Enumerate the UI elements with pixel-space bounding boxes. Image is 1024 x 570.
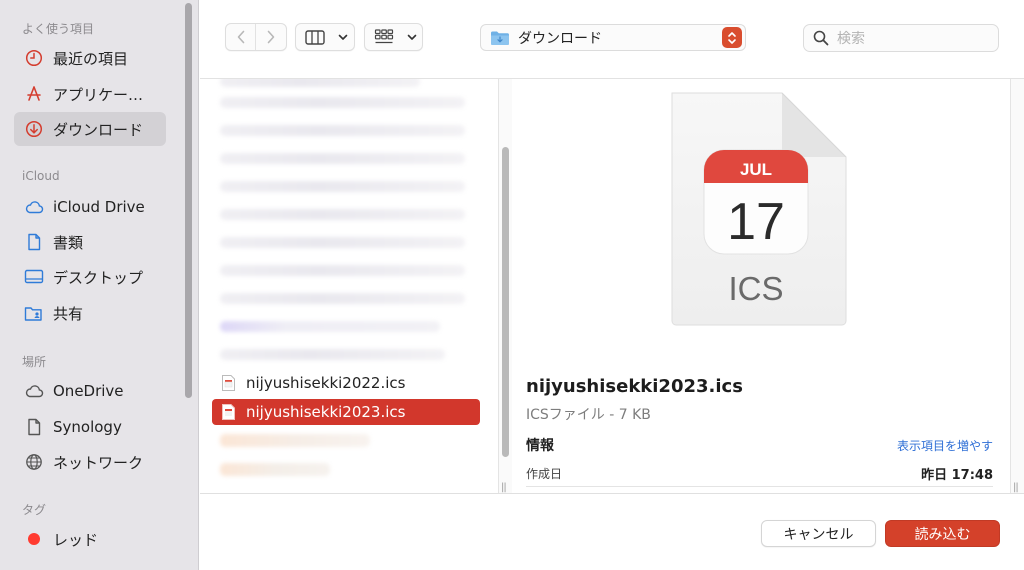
blurred-row [220, 237, 465, 248]
folder-icon [490, 30, 510, 46]
sidebar-item-icloud-drive[interactable]: iCloud Drive [14, 190, 166, 224]
info-heading: 情報 [526, 438, 554, 454]
sidebar-item-label: アプリケー… [53, 85, 144, 104]
sidebar-item-applications[interactable]: アプリケー… [14, 77, 166, 111]
search-field[interactable]: 検索 [803, 24, 999, 52]
sidebar-item-onedrive[interactable]: OneDrive [14, 374, 166, 408]
preview-file-kind: ICSファイル - 7 KB [526, 407, 651, 423]
info-divider [526, 486, 993, 487]
blurred-row [220, 434, 370, 447]
sidebar-item-tag-red[interactable]: レッド [14, 522, 166, 556]
location-label: ダウンロード [518, 30, 602, 47]
sidebar-item-downloads[interactable]: ダウンロード [14, 112, 166, 146]
sidebar-item-desktop[interactable]: デスクトップ [14, 260, 166, 294]
sidebar-scrollbar[interactable] [185, 3, 192, 398]
forward-button[interactable] [256, 24, 286, 50]
sidebar-item-label: OneDrive [53, 382, 124, 400]
sidebar-item-label: デスクトップ [53, 268, 144, 287]
preview-file-name: nijyushisekki2023.ics [526, 376, 743, 397]
cancel-button[interactable]: キャンセル [761, 520, 876, 547]
sidebar-item-label: 書類 [53, 233, 84, 252]
sidebar-section-locations: 場所 [22, 355, 47, 369]
nav-buttons [225, 23, 287, 51]
sidebar: よく使う項目 最近の項目 アプリケー… ダウンロード iCloud iCloud… [0, 0, 199, 570]
globe-icon [24, 452, 44, 472]
document-icon [24, 417, 44, 437]
blurred-row [220, 97, 465, 108]
grid-icon [365, 24, 403, 50]
blurred-row [220, 321, 440, 332]
blurred-row [220, 265, 465, 276]
sidebar-item-label: iCloud Drive [53, 198, 145, 216]
file-list-column: nijyushisekki2022.ics nijyushisekki2023.… [200, 79, 498, 493]
location-popup[interactable]: ダウンロード [480, 24, 746, 51]
blurred-row [220, 349, 445, 360]
blurred-row [220, 79, 420, 87]
cloud-icon [24, 381, 44, 401]
clock-icon [24, 48, 44, 68]
blurred-row [220, 125, 465, 136]
file-row-selected[interactable]: nijyushisekki2023.ics [212, 399, 480, 425]
calendar-month: JUL [740, 160, 772, 179]
sidebar-item-synology[interactable]: Synology [14, 410, 166, 444]
file-row[interactable]: nijyushisekki2022.ics [212, 370, 480, 396]
sidebar-section-icloud: iCloud [22, 169, 60, 183]
blurred-row [220, 293, 465, 304]
scrollbar-thumb[interactable] [502, 147, 509, 457]
preview-pane: JUL 17 ICS nijyushisekki2023.ics ICSファイル… [513, 79, 1010, 493]
show-more-link[interactable]: 表示項目を増やす [897, 437, 993, 454]
ics-document-icon: JUL 17 ICS [671, 92, 847, 326]
applications-icon [24, 84, 44, 104]
sidebar-item-label: ネットワーク [53, 453, 144, 472]
chevron-left-icon [237, 30, 244, 44]
created-label: 作成日 [526, 467, 563, 481]
sidebar-item-label: 最近の項目 [53, 49, 129, 68]
ics-file-icon [222, 404, 235, 420]
column-resize-handle[interactable]: || [1013, 482, 1019, 493]
sidebar-section-tags: タグ [22, 503, 47, 517]
updown-chevron-icon [722, 27, 742, 48]
chevron-down-icon [403, 24, 421, 50]
view-mode-button[interactable] [295, 23, 355, 51]
ics-file-icon [222, 375, 235, 391]
file-name: nijyushisekki2022.ics [246, 374, 406, 392]
download-icon [24, 119, 44, 139]
sidebar-item-shared[interactable]: 共有 [14, 296, 166, 330]
shared-folder-icon [24, 303, 44, 323]
sidebar-item-recents[interactable]: 最近の項目 [14, 41, 166, 75]
file-list-scrollbar[interactable]: || [498, 79, 512, 493]
desktop-icon [24, 267, 44, 287]
column-resize-handle[interactable]: || [501, 482, 507, 493]
sidebar-item-label: レッド [53, 530, 99, 549]
sidebar-item-label: 共有 [53, 304, 84, 323]
calendar-day: 17 [727, 193, 785, 251]
back-button[interactable] [226, 24, 256, 50]
blurred-row [220, 153, 465, 164]
preview-scrollbar[interactable]: || [1010, 79, 1024, 493]
sidebar-item-label: Synology [53, 418, 122, 436]
search-input[interactable]: 検索 [837, 28, 865, 48]
sidebar-item-label: ダウンロード [53, 120, 144, 139]
file-extension-label: ICS [728, 270, 783, 307]
chevron-right-icon [267, 30, 275, 44]
created-value: 昨日 17:48 [921, 468, 993, 483]
chevron-down-icon [334, 24, 352, 50]
column-view-icon [296, 24, 334, 50]
sidebar-item-network[interactable]: ネットワーク [14, 445, 166, 479]
red-tag-dot-icon [24, 529, 44, 549]
blurred-row [220, 181, 465, 192]
blurred-row [220, 463, 330, 476]
sidebar-section-favorites: よく使う項目 [22, 22, 95, 36]
footer-divider [200, 493, 1024, 494]
group-by-button[interactable] [364, 23, 423, 51]
document-icon [24, 232, 44, 252]
search-icon [813, 30, 829, 46]
blurred-row [220, 209, 465, 220]
sidebar-item-documents[interactable]: 書類 [14, 225, 166, 259]
file-name: nijyushisekki2023.ics [246, 403, 406, 421]
open-button[interactable]: 読み込む [885, 520, 1000, 547]
cloud-icon [24, 197, 44, 217]
